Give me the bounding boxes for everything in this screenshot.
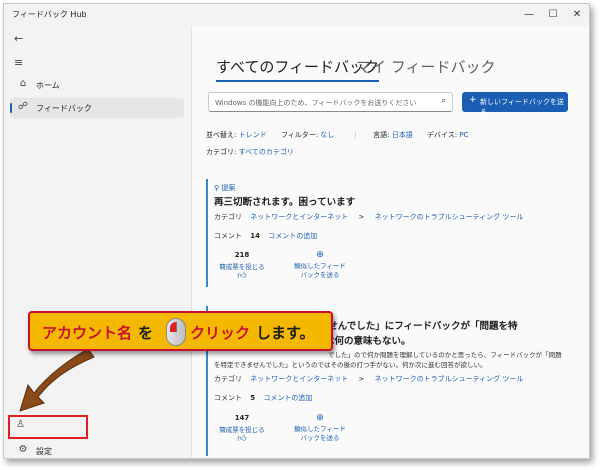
category-separator: > bbox=[358, 375, 365, 383]
gear-icon: ⚙ bbox=[18, 444, 28, 455]
vote-count: 218 bbox=[234, 251, 250, 259]
feedback-card[interactable]: ♀ 提案 再三切断されます。困っています カテゴリ ネットワークとインターネット… bbox=[206, 179, 586, 287]
category-label: カテゴリ bbox=[214, 375, 242, 383]
category-filter: カテゴリ: すべてのカテゴリ bbox=[206, 147, 294, 157]
feedback-plus-icon: ⊕ bbox=[316, 250, 324, 260]
mouse-icon bbox=[166, 318, 186, 346]
minimize-button[interactable]: — bbox=[516, 6, 542, 24]
language-dropdown[interactable]: 日本語 bbox=[392, 131, 413, 139]
lightbulb-icon: ♀ bbox=[214, 184, 220, 192]
comment-row: コメント 5 コメントの追加 bbox=[214, 393, 312, 403]
pointer-arrow bbox=[19, 348, 95, 412]
comment-count: 14 bbox=[250, 232, 260, 240]
tag-label: 提案 bbox=[221, 184, 236, 192]
search-placeholder: Windows の機能向上のため、フィードバックをお送りください bbox=[215, 99, 417, 107]
account-highlight-box[interactable] bbox=[8, 415, 88, 439]
feedback-tag: ♀ 提案 bbox=[214, 183, 235, 193]
tab-my-feedback[interactable]: マイ フィードバック bbox=[356, 56, 495, 77]
category-dropdown[interactable]: すべてのカテゴリ bbox=[239, 148, 294, 156]
comment-count: 5 bbox=[250, 394, 256, 402]
category-link[interactable]: ネットワークとインターネット bbox=[250, 213, 348, 221]
feedback-body: でした」ので何か問題を理解しているのかと思ったら、フィードバックが「問題 bbox=[328, 351, 562, 359]
feedback-body-line2: を特定できませんでした」というのではその後の打つ手がない。何か次に進む回答が欲し… bbox=[214, 361, 487, 369]
sidebar-item-label: フィードバック bbox=[36, 104, 92, 113]
add-comment-link[interactable]: コメントの追加 bbox=[263, 394, 312, 402]
sidebar-item-home[interactable]: ⌂ ホーム bbox=[10, 75, 184, 95]
hamburger-icon[interactable]: ≡ bbox=[14, 56, 23, 69]
add-comment-link[interactable]: コメントの追加 bbox=[268, 232, 317, 240]
category-separator: > bbox=[358, 213, 365, 221]
sidebar-item-label: 設定 bbox=[36, 447, 52, 456]
divider: | bbox=[354, 131, 357, 139]
category-label: カテゴリ bbox=[214, 213, 242, 221]
language-label: 言語: bbox=[373, 131, 390, 139]
category-label: カテゴリ: bbox=[206, 148, 237, 156]
plus-icon: + bbox=[469, 95, 477, 105]
feedback-plus-icon: ⊕ bbox=[316, 413, 324, 423]
window-title: フィードバック Hub bbox=[12, 10, 87, 19]
search-icon[interactable]: ⌕ bbox=[441, 96, 446, 106]
sidebar-item-label: ホーム bbox=[36, 81, 60, 90]
tab-all-feedback[interactable]: すべてのフィードバック bbox=[216, 56, 380, 82]
callout-account-name: アカウント名 bbox=[42, 324, 133, 342]
similar-label: 類似したフィード bbox=[294, 425, 346, 433]
upvote-button[interactable]: 147 賛成票を投じる 👍︎ bbox=[212, 414, 272, 444]
sidebar-item-settings[interactable]: ⚙ 設定 bbox=[10, 441, 184, 458]
device-label: デバイス: bbox=[426, 131, 458, 139]
subcategory-link[interactable]: ネットワークのトラブルシューティング ツール bbox=[375, 213, 524, 221]
comments-label: コメント bbox=[214, 232, 242, 240]
sort-label: 並べ替え: bbox=[206, 131, 237, 139]
similar-label: バックを送る bbox=[300, 434, 340, 442]
comment-row: コメント 14 コメントの追加 bbox=[214, 231, 317, 241]
feedback-icon: ☍ bbox=[17, 101, 29, 112]
feedback-title[interactable]: 再三切断されます。困っています bbox=[214, 194, 355, 208]
thumbs-up-icon: 👍︎ bbox=[237, 434, 247, 444]
category-link[interactable]: ネットワークとインターネット bbox=[250, 375, 348, 383]
maximize-button[interactable]: ☐ bbox=[540, 6, 566, 24]
filter-label: フィルター: bbox=[280, 131, 319, 139]
close-button[interactable]: ✕ bbox=[564, 6, 589, 24]
device-dropdown[interactable]: PC bbox=[459, 131, 468, 139]
similar-label: バックを送る bbox=[300, 271, 340, 279]
main-content: すべてのフィードバック マイ フィードバック Windows の機能向上のため、… bbox=[191, 26, 589, 458]
new-feedback-button[interactable]: + 新しいフィードバックを送る bbox=[462, 92, 568, 116]
callout-click: クリック bbox=[190, 324, 251, 342]
callout-particle: を bbox=[138, 324, 154, 342]
similar-feedback-button[interactable]: ⊕ 類似したフィード バックを送る bbox=[290, 414, 350, 443]
comments-label: コメント bbox=[214, 394, 242, 402]
callout-suffix: します。 bbox=[256, 324, 315, 342]
back-arrow-icon[interactable]: ← bbox=[14, 32, 23, 45]
new-feedback-label: 新しいフィードバックを送る bbox=[480, 98, 564, 116]
filter-dropdown[interactable]: なし bbox=[320, 131, 334, 139]
search-input[interactable]: Windows の機能向上のため、フィードバックをお送りください ⌕ bbox=[208, 92, 453, 112]
upvote-button[interactable]: 218 賛成票を投じる 👍︎ bbox=[212, 251, 272, 281]
sort-dropdown[interactable]: トレンド bbox=[239, 131, 267, 139]
home-icon: ⌂ bbox=[19, 78, 27, 89]
vote-count: 147 bbox=[234, 414, 250, 422]
sidebar-item-feedback[interactable]: ☍ フィードバック bbox=[10, 98, 184, 118]
feedback-category: カテゴリ ネットワークとインターネット > ネットワークのトラブルシューティング… bbox=[214, 374, 523, 384]
filter-bar: 並べ替え: トレンド フィルター: なし | 言語: 日本語 デバイス: PC bbox=[206, 130, 468, 140]
similar-feedback-button[interactable]: ⊕ 類似したフィード バックを送る bbox=[290, 251, 350, 280]
feedback-category: カテゴリ ネットワークとインターネット > ネットワークのトラブルシューティング… bbox=[214, 212, 523, 222]
thumbs-up-icon: 👍︎ bbox=[237, 271, 247, 281]
title-bar: フィードバック Hub — ☐ ✕ bbox=[4, 4, 589, 26]
similar-label: 類似したフィード bbox=[294, 262, 346, 270]
subcategory-link[interactable]: ネットワークのトラブルシューティング ツール bbox=[375, 375, 524, 383]
instruction-callout: アカウント名 を クリック します。 bbox=[28, 311, 333, 351]
